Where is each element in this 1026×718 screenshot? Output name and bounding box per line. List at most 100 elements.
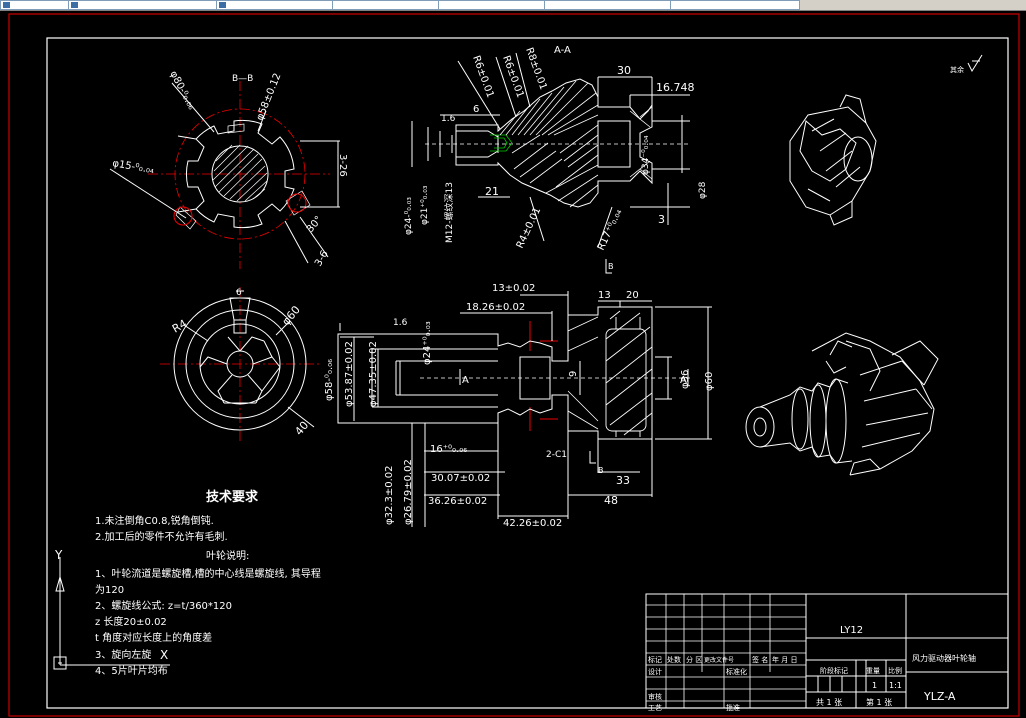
- bb-dia-small: φ15-⁰₀.₀₄: [111, 158, 154, 176]
- front-dia-60: φ60: [279, 303, 303, 328]
- main-dia-323: φ32.3±0.02: [384, 465, 395, 525]
- tb-weight-label: 重量: [866, 667, 880, 675]
- aa-r-a: R6±0.01: [470, 54, 495, 99]
- toolbar-plotstyle-dropdown[interactable]: [544, 0, 676, 10]
- section-bb-title: B—B: [232, 74, 253, 84]
- notes-item-z: z 长度20±0.02: [95, 615, 167, 628]
- main-dim-20: 20: [626, 290, 639, 301]
- section-aa-title: A-A: [554, 45, 571, 56]
- tb-drawing-no: YLZ-A: [923, 690, 956, 703]
- notes-item1a: 1、叶轮流道是螺旋槽,槽的中心线是螺旋线, 其导程: [95, 567, 321, 580]
- tb-row-check: 审核: [648, 692, 662, 701]
- tb-scale-label: 比例: [888, 666, 902, 675]
- aa-r17: R17⁺⁰₀.₀₄: [596, 208, 625, 253]
- tb-part-name: 风力驱动器叶轮轴: [912, 653, 976, 663]
- ucs-y-label: Y: [54, 548, 63, 562]
- main-dia-58: φ58-⁰₀.₀₆: [324, 359, 335, 401]
- toolbar-lineweight-dropdown[interactable]: [438, 0, 552, 10]
- aa-dim-6: 6: [473, 104, 479, 115]
- aa-dim-16: 1.6: [441, 114, 456, 124]
- roughness-note: 其余: [950, 65, 964, 74]
- notes-item1b: 为120: [95, 584, 124, 596]
- toolbar-field-7[interactable]: [670, 0, 800, 10]
- main-dim-48: 48: [604, 494, 618, 507]
- main-dim-4226: 42.26±0.02: [503, 518, 562, 529]
- main-dim-9: 9: [568, 371, 579, 377]
- main-sec-b-bottom: B: [598, 466, 604, 475]
- notes-subheading: 叶轮说明:: [206, 549, 249, 562]
- bb-dim-326: 3-26: [337, 154, 348, 177]
- tb-sheets-total: 共 1 张: [816, 698, 842, 707]
- main-dim-1826: 18.26±0.02: [466, 302, 525, 313]
- tb-qty: 1: [872, 681, 877, 690]
- main-dim-13b: 13: [598, 290, 611, 301]
- title-block: 标记 处数 分 区 更改文件号 签 名 年 月 日 设计 标准化 审核 工艺 批…: [645, 593, 1009, 712]
- isometric-view-large: [745, 332, 939, 476]
- notes-item4: 4、5片叶片均布: [95, 664, 168, 677]
- main-dia-24: φ24⁺⁰₀.₀₃: [422, 321, 433, 365]
- toolbar-layer-dropdown[interactable]: [68, 0, 222, 10]
- technical-notes: 技术要求 1.未注倒角C0.8,锐角倒钝. 2.加工后的零件不允许有毛刺. 叶轮…: [95, 489, 321, 677]
- tb-row-approve: 批准: [726, 703, 740, 712]
- aa-dim-21: 21: [485, 185, 499, 198]
- aa-r4: R4±0.01: [515, 206, 544, 250]
- notes-heading: 技术要求: [206, 489, 259, 505]
- tb-col-date: 年 月 日: [772, 655, 797, 664]
- main-dim-3007: 30.07±0.02: [431, 473, 490, 484]
- isometric-view-small: [789, 94, 877, 226]
- main-sec-b: B: [608, 262, 614, 271]
- front-dim-6: 6: [236, 288, 242, 298]
- aa-dia-28: φ28: [698, 181, 708, 199]
- bb-dim-30: 30°: [305, 214, 325, 235]
- main-dia-60: φ60: [704, 372, 715, 391]
- main-sec-a-left: A: [462, 375, 469, 386]
- aa-dia-34: φ34⁻⁰₀.₀₄: [641, 135, 651, 175]
- notes-item-t: t 角度对应长度上的角度差: [95, 631, 212, 644]
- main-dia-4735: φ47.35±0.02: [368, 341, 379, 407]
- tb-row-design: 设计: [648, 667, 662, 676]
- main-dim-33: 33: [616, 474, 630, 487]
- section-bb-view: B—B φ80-⁰₀.₀₆ φ58±0.12 φ15-⁰₀.₀₄ 3-26 30…: [109, 69, 348, 269]
- tb-col-mark: 标记: [648, 655, 662, 664]
- autocad-toolbar: [0, 0, 1026, 11]
- tb-row-process: 工艺: [648, 704, 662, 712]
- tb-col-doc: 更改文件号: [704, 656, 734, 664]
- tb-col-count: 处数: [667, 655, 681, 664]
- notes-line2: 2.加工后的零件不允许有毛刺.: [95, 530, 228, 543]
- aa-dia-21: φ21⁺⁰₀.₀₃: [420, 185, 430, 225]
- aa-dia-24: φ24-⁰₀.₀₃: [404, 197, 414, 235]
- tb-col-sign: 签 名: [752, 655, 768, 664]
- toolbar-linetype-dropdown[interactable]: [332, 0, 446, 10]
- main-dim-2c1: 2-C1: [546, 450, 567, 460]
- tb-row-std: 标准化: [726, 667, 747, 676]
- main-dia-5387: φ53.87±0.02: [344, 341, 355, 407]
- front-dim-40: 40: [292, 419, 311, 438]
- toolbar-field-3[interactable]: [216, 0, 340, 10]
- notes-line1: 1.未注倒角C0.8,锐角倒钝.: [95, 514, 214, 527]
- section-aa-view: A-A R6±0.01 R6±0.01 R8±0.01 30 16.748 1.…: [404, 45, 708, 252]
- bb-dia-mid: φ58±0.12: [255, 72, 284, 122]
- aa-dim-3: 3: [658, 213, 665, 226]
- main-dim-16b: 16⁺⁰₀.₀₆: [430, 444, 467, 455]
- main-dim-16: 1.6: [393, 318, 408, 328]
- tb-material: LY12: [840, 625, 863, 636]
- main-view: φ24⁺⁰₀.₀₃ 13±0.02 18.26±0.02 13 20 1.6 φ…: [324, 259, 715, 529]
- aa-m12-thread: M12-螺纹深13: [443, 182, 455, 243]
- tb-sheet-no: 第 1 张: [866, 697, 892, 707]
- front-view: R4 6 φ60 40: [160, 287, 320, 441]
- bb-dia-outer: φ80-⁰₀.₀₆: [167, 69, 197, 111]
- aa-dim-16748: 16.748: [656, 81, 695, 94]
- ucs-x-label: X: [160, 648, 168, 662]
- roughness-symbol: 其余: [950, 54, 983, 74]
- drawing-canvas[interactable]: B—B φ80-⁰₀.₀₆ φ58±0.12 φ15-⁰₀.₀₄ 3-26 30…: [0, 11, 1026, 718]
- aa-r-c: R8±0.01: [523, 46, 548, 91]
- main-dim-3626: 36.26±0.02: [428, 496, 487, 507]
- bb-dim-36: 3-6: [313, 249, 331, 269]
- front-r4: R4: [170, 317, 189, 336]
- main-dim-13: 13±0.02: [492, 283, 535, 294]
- tb-stage-label: 阶段标记: [820, 666, 848, 675]
- notes-item3: 3、旋向左旋: [95, 648, 151, 661]
- main-dia-36: φ36: [680, 370, 691, 389]
- toolbar-field-1[interactable]: [0, 0, 74, 10]
- aa-dim-30: 30: [617, 64, 631, 77]
